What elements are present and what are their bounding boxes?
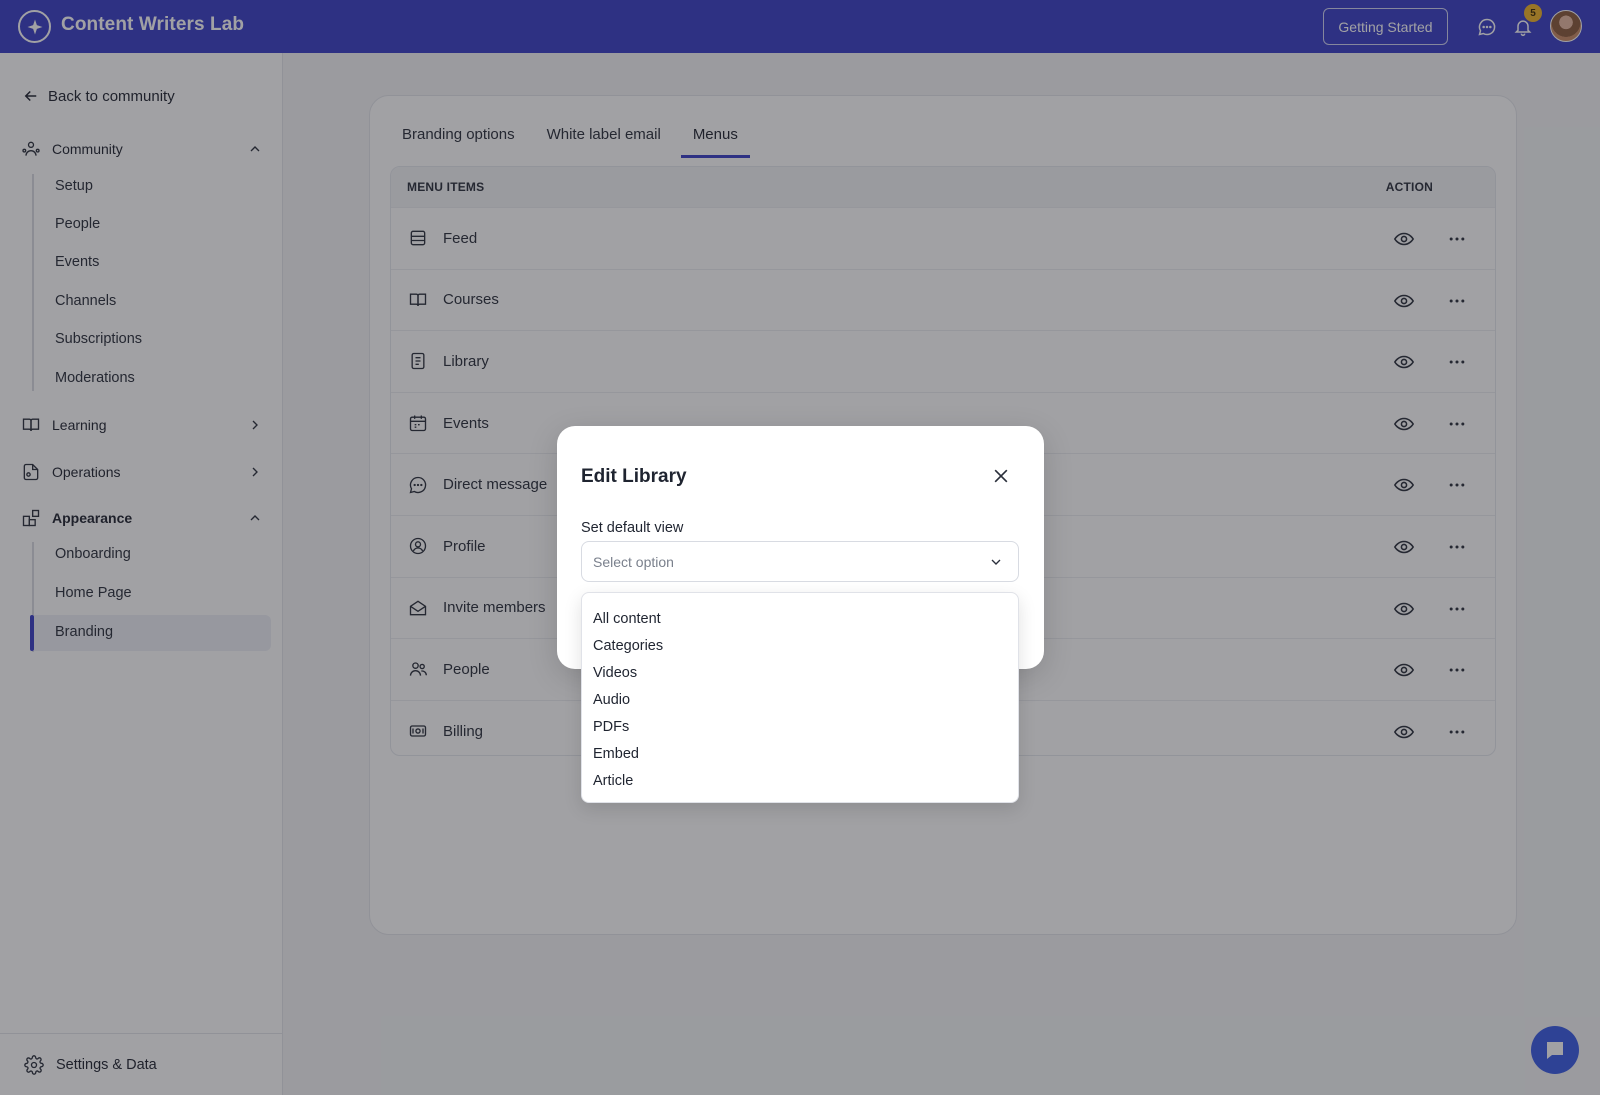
option-article[interactable]: Article (582, 767, 1018, 794)
default-view-select[interactable]: Select option (581, 541, 1019, 582)
default-view-dropdown: All content Categories Videos Audio PDFs… (581, 592, 1019, 803)
modal-title: Edit Library (581, 466, 687, 487)
chevron-down-icon (986, 552, 1006, 572)
close-icon[interactable] (989, 464, 1013, 488)
option-pdfs[interactable]: PDFs (582, 713, 1018, 740)
default-view-label: Set default view (581, 520, 684, 536)
option-embed[interactable]: Embed (582, 740, 1018, 767)
option-audio[interactable]: Audio (582, 686, 1018, 713)
select-placeholder: Select option (593, 553, 674, 570)
option-videos[interactable]: Videos (582, 659, 1018, 686)
option-categories[interactable]: Categories (582, 632, 1018, 659)
option-all-content[interactable]: All content (582, 605, 1018, 632)
